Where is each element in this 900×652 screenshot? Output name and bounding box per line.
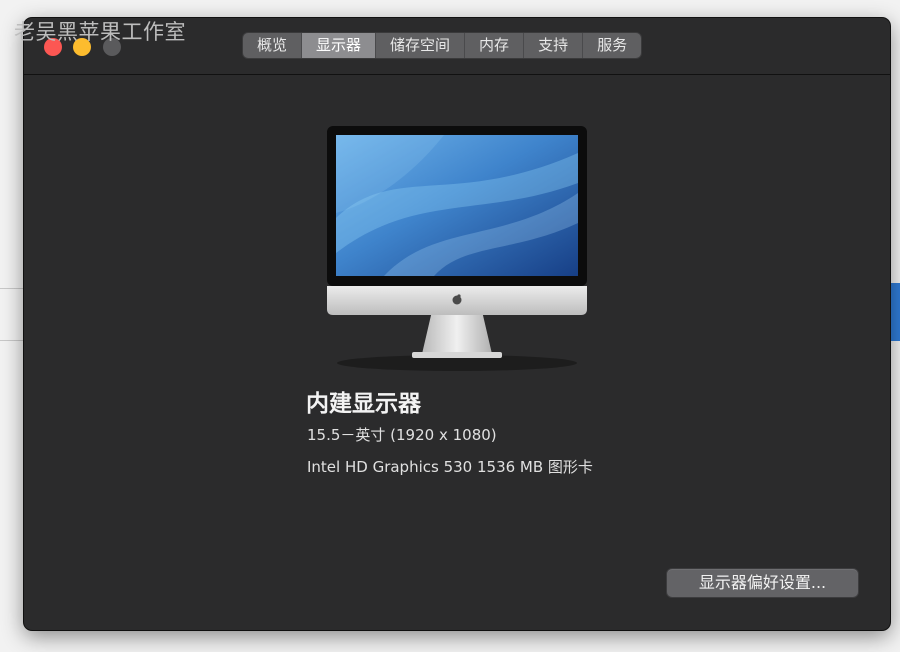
tab-storage[interactable]: 储存空间 [376,33,466,58]
display-preferences-button[interactable]: 显示器偏好设置... [667,569,858,597]
display-name: 内建显示器 [306,391,421,417]
tab-support[interactable]: 支持 [524,33,584,58]
watermark-text: 老吴黑苹果工作室 [14,20,186,44]
tab-overview[interactable]: 概览 [243,33,303,58]
tab-bar: 概览 显示器 储存空间 内存 支持 服务 [243,33,642,58]
display-size-resolution: 15.5－英寸 (1920 x 1080) [307,426,497,444]
display-graphics-card: Intel HD Graphics 530 1536 MB 图形卡 [307,458,593,476]
tab-service[interactable]: 服务 [583,33,641,58]
imac-icon [324,123,590,375]
background-divider [0,340,24,341]
tab-displays[interactable]: 显示器 [302,33,377,58]
background-divider [0,288,24,289]
tab-memory[interactable]: 内存 [465,33,525,58]
about-this-mac-window: 概览 显示器 储存空间 内存 支持 服务 内建显示器 15.5－英寸 (1920… [24,18,890,630]
